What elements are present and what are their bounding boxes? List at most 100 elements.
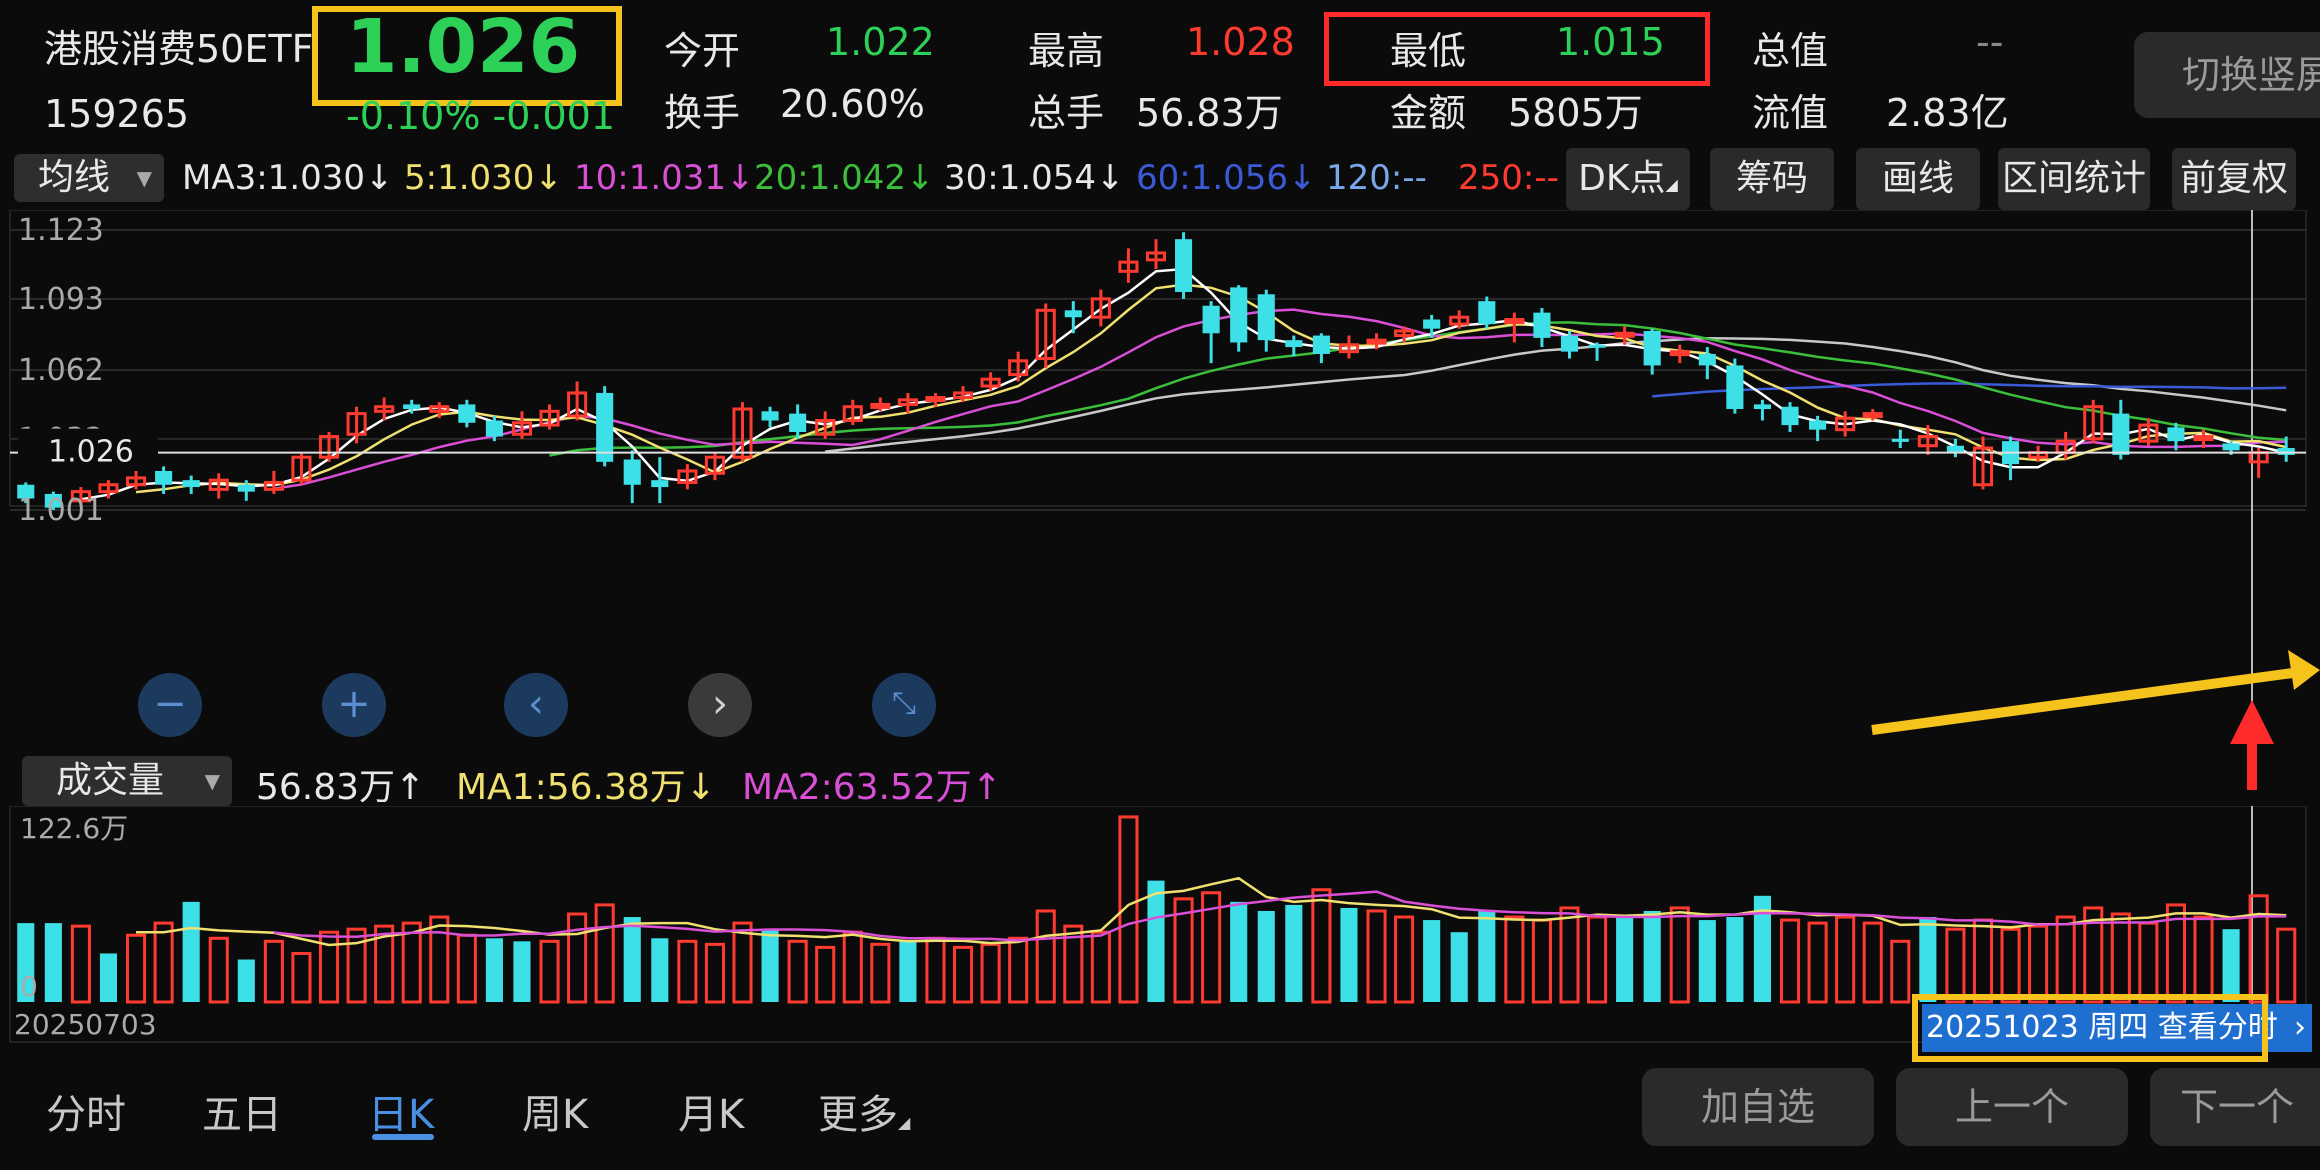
tab-more-label: 更多 (818, 1092, 898, 1138)
volume-bar-up (1890, 939, 1911, 1004)
volume-bar-up (704, 942, 725, 1004)
y-tick-label: 1.123 (18, 213, 104, 248)
tab-daily-k[interactable]: 日K (368, 1082, 434, 1140)
open-label: 今开 (664, 29, 741, 73)
candle-body-down (1257, 294, 1275, 341)
candle (842, 399, 863, 426)
volume-bar-up (815, 945, 836, 1004)
dk-point-label: DK点 (1578, 158, 1666, 199)
adjust-button[interactable]: 前复权 (2172, 148, 2296, 210)
kline-chart[interactable]: 1.1231.0931.0621.0321.0011.026 (0, 210, 2320, 750)
volume-bar-up (2110, 912, 2131, 1004)
candle-body-down (485, 420, 503, 437)
volume-bar-up (208, 936, 229, 1004)
volume-bar-up (1311, 888, 1332, 1004)
ma60-legend: 60:1.056↓ (1136, 158, 1317, 198)
previous-stock-button[interactable]: 上一个 (1896, 1068, 2128, 1146)
candle (1946, 438, 1964, 458)
chips-button[interactable]: 筹码 (1710, 148, 1834, 210)
volume-bar-up (456, 933, 477, 1004)
volume-value: 56.83万 (1136, 91, 1283, 135)
volume-bar-up (1972, 918, 1994, 1004)
candle-body-up (1504, 318, 1525, 325)
candle (539, 404, 560, 430)
candle (458, 399, 476, 428)
reset-zoom-button[interactable]: ⤡ (872, 673, 936, 737)
volume-bar-up (1090, 930, 1111, 1004)
candle (2002, 436, 2020, 481)
range-stats-button[interactable]: 区间统计 (1998, 148, 2150, 210)
tab-monthly-k[interactable]: 月K (678, 1082, 744, 1140)
candle-body-down (623, 459, 641, 485)
volume-bar-up (980, 942, 1001, 1004)
candle-body-down (403, 404, 421, 410)
add-watchlist-button[interactable]: 加自选 (1642, 1068, 1874, 1146)
zoom-out-button[interactable]: − (138, 673, 202, 737)
draw-line-button[interactable]: 画线 (1856, 148, 1980, 210)
candle (1643, 328, 1661, 375)
candle (1781, 402, 1799, 432)
candle (1175, 232, 1193, 299)
volume-bar-up (1035, 909, 1056, 1004)
scroll-right-button[interactable]: › (688, 673, 752, 737)
volume-bar-up (70, 924, 91, 1004)
volume-bar-up (539, 939, 560, 1004)
volume-bar-up (1366, 909, 1387, 1004)
volume-bar-up (2000, 927, 2021, 1004)
candle (623, 450, 641, 504)
scroll-left-button[interactable]: ‹ (504, 673, 568, 737)
volume-bar-up (291, 951, 312, 1004)
tab-intraday[interactable]: 分时 (46, 1082, 126, 1140)
tab-weekly-k[interactable]: 周K (522, 1082, 588, 1140)
candle-body-down (2167, 427, 2185, 442)
ma10-legend: 10:1.031↓ (574, 158, 755, 198)
volume-bar-down (1230, 901, 1248, 1002)
amount-label: 金额 (1390, 91, 1467, 135)
volume-value-legend: 56.83万↑ (256, 767, 426, 808)
candle-body-down (1202, 305, 1220, 334)
ma250-legend: 250:-- (1458, 158, 1559, 198)
candle (291, 452, 312, 485)
high-label: 最高 (1028, 29, 1105, 73)
candle-body-down (1643, 330, 1661, 366)
candle-body-down (2277, 448, 2295, 455)
candle (1008, 351, 1029, 382)
volume-bar-down (1147, 880, 1165, 1002)
minus-icon: − (153, 681, 187, 727)
volume-bar-up (567, 912, 588, 1004)
candle (651, 457, 669, 504)
mcap-value: -- (1976, 20, 2004, 64)
candle-body-down (1064, 310, 1082, 318)
float-label: 流值 (1752, 91, 1829, 135)
candle (1035, 303, 1056, 368)
ma5-legend: 5:1.030↓ (404, 158, 563, 198)
vol-ma2-legend: MA2:63.52万↑ (742, 767, 1002, 808)
volume-indicator-select[interactable]: 成交量 ▼ (22, 756, 232, 806)
tab-five-day[interactable]: 五日 (202, 1082, 282, 1140)
candle (1257, 289, 1275, 352)
volume-bar-up (952, 945, 974, 1004)
volume-bar-up (1945, 927, 1966, 1004)
candle-body-up (2193, 435, 2214, 442)
candle (2112, 399, 2130, 460)
ma3-legend: MA3:1.030↓ (182, 158, 394, 198)
volume-bar-up (732, 921, 753, 1004)
volume-zero-label: 0 (20, 970, 38, 1003)
next-stock-button[interactable]: 下一个 (2150, 1068, 2320, 1146)
active-tab-indicator (372, 1134, 434, 1140)
candle-body-down (651, 480, 669, 488)
indicator-select[interactable]: 均线 ▼ (14, 154, 164, 202)
volume-bar-down (623, 917, 641, 1002)
float-value: 2.83亿 (1886, 91, 2009, 135)
switch-portrait-button[interactable]: 切换竖屏 (2134, 32, 2320, 118)
dk-point-button[interactable]: DK点◢ (1566, 148, 1690, 210)
candle (1118, 248, 1139, 283)
candle-body-down (1891, 438, 1909, 442)
zoom-in-button[interactable]: + (322, 673, 386, 737)
candle-body-up (870, 402, 891, 409)
volume-bar-up (870, 942, 891, 1004)
volume-bar-up (1008, 936, 1029, 1004)
tab-more[interactable]: 更多◢ (818, 1082, 910, 1140)
compress-icon: ⤡ (892, 686, 916, 721)
volume-bar-up (2055, 915, 2076, 1004)
